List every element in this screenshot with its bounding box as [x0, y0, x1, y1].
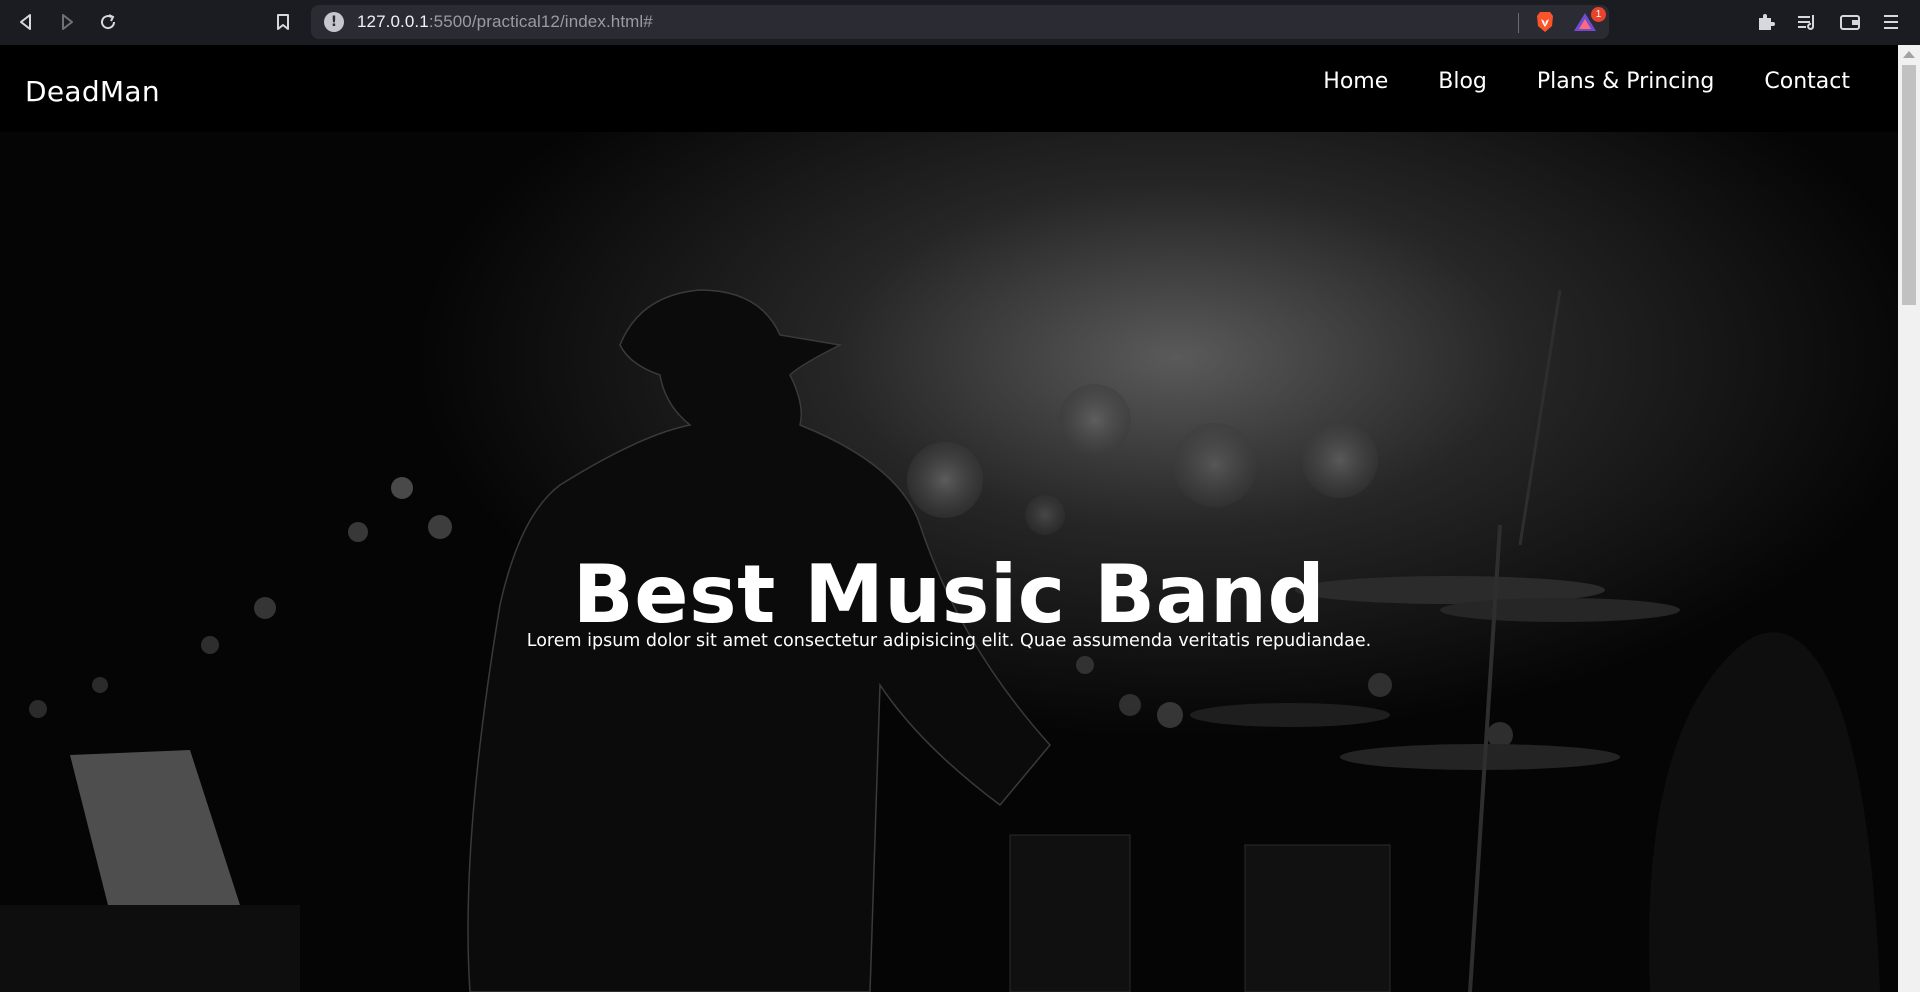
- site-header: DeadMan Home Blog Plans & Princing Conta…: [0, 45, 1898, 132]
- nav-blog[interactable]: Blog: [1438, 65, 1487, 98]
- extensions-icon[interactable]: [1755, 11, 1777, 33]
- forward-icon: [62, 14, 73, 30]
- reload-icon: [101, 14, 116, 30]
- page-scrollbar[interactable]: [1898, 45, 1920, 992]
- address-bar[interactable]: ! 127.0.0.1:5500/practical12/index.html#…: [311, 5, 1609, 39]
- bookmark-button[interactable]: [263, 2, 303, 42]
- forward-button[interactable]: [47, 2, 87, 42]
- site-info-icon[interactable]: !: [324, 12, 344, 32]
- back-icon: [20, 14, 31, 30]
- hero-subtitle: Lorem ipsum dolor sit amet consectetur a…: [526, 631, 1372, 651]
- url-divider: [1518, 13, 1519, 33]
- browser-toolbar: ! 127.0.0.1:5500/practical12/index.html#…: [0, 0, 1920, 45]
- site-logo[interactable]: DeadMan: [25, 75, 160, 108]
- brave-shields-icon[interactable]: [1533, 10, 1557, 34]
- menu-icon[interactable]: [1880, 11, 1902, 33]
- web-page: DeadMan Home Blog Plans & Princing Conta…: [0, 45, 1898, 992]
- reload-button[interactable]: [88, 2, 128, 42]
- url-text[interactable]: 127.0.0.1:5500/practical12/index.html#: [357, 12, 653, 32]
- hero-title: Best Music Band: [572, 548, 1326, 641]
- playlist-icon[interactable]: [1796, 11, 1818, 33]
- bookmark-icon: [277, 14, 289, 30]
- nav-contact[interactable]: Contact: [1764, 65, 1850, 98]
- nav-plans-pricing[interactable]: Plans & Princing: [1537, 65, 1715, 98]
- url-path: :5500/practical12/index.html#: [428, 12, 653, 31]
- hero-background-image: [0, 45, 1898, 992]
- main-nav: Home Blog Plans & Princing Contact: [1273, 65, 1850, 98]
- nav-home[interactable]: Home: [1323, 65, 1388, 98]
- back-button[interactable]: [6, 2, 46, 42]
- scroll-thumb[interactable]: [1902, 65, 1916, 305]
- url-host: 127.0.0.1: [357, 12, 429, 31]
- rewards-badge: 1: [1591, 7, 1606, 22]
- wallet-icon[interactable]: [1839, 11, 1861, 33]
- scroll-up-icon[interactable]: [1903, 51, 1915, 58]
